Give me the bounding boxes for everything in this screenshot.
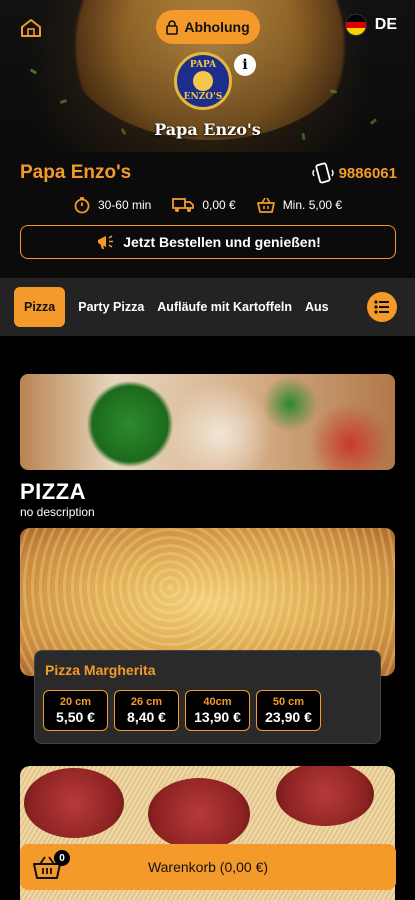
price-option-40cm[interactable]: 40cm 13,90 € <box>185 690 250 731</box>
delivery-time: 30-60 min <box>73 196 151 214</box>
logo-face-icon <box>193 71 213 91</box>
cart-button[interactable]: 0 Warenkorb (0,00 €) <box>20 844 396 890</box>
category-menu-button[interactable] <box>367 292 397 322</box>
order-now-button[interactable]: Jetzt Bestellen und genießen! <box>20 225 396 259</box>
language-selector[interactable]: DE <box>344 14 397 36</box>
price-amount: 8,40 € <box>127 709 166 725</box>
tab-aus[interactable]: Aus <box>305 300 329 314</box>
price-size: 50 cm <box>272 696 305 708</box>
price-option-50cm[interactable]: 50 cm 23,90 € <box>256 690 321 731</box>
menu-content: PIZZA no description Pizza Margherita 20… <box>0 336 415 900</box>
lock-icon <box>166 19 179 35</box>
tab-pizza[interactable]: Pizza <box>14 287 66 327</box>
restaurant-name: Papa Enzo's <box>20 162 132 183</box>
price-options: 20 cm 5,50 € 26 cm 8,40 € 40cm 13,90 € 5… <box>43 690 321 731</box>
category-bar: Pizza Party Pizza Aufläufe mit Kartoffel… <box>0 278 415 336</box>
phone-link[interactable]: 9886061 <box>311 162 397 184</box>
price-size: 26 cm <box>130 696 163 708</box>
germany-flag-icon <box>344 14 367 36</box>
price-amount: 5,50 € <box>56 709 95 725</box>
logo-text-bottom: ENZO'S <box>183 92 223 102</box>
timer-icon <box>74 197 90 214</box>
price-amount: 13,90 € <box>194 709 241 725</box>
price-option-26cm[interactable]: 26 cm 8,40 € <box>114 690 179 731</box>
info-icon[interactable]: i <box>234 54 256 76</box>
megaphone-icon <box>98 235 114 249</box>
price-size: 40cm <box>203 696 232 708</box>
tab-auflaeufe[interactable]: Aufläufe mit Kartoffeln <box>157 300 292 314</box>
phone-number: 9886061 <box>338 164 397 182</box>
product-card[interactable]: Pizza Margherita 20 cm 5,50 € 26 cm 8,40… <box>34 650 381 744</box>
order-now-label: Jetzt Bestellen und genießen! <box>123 234 321 250</box>
pickup-label: Abholung <box>184 19 250 35</box>
price-size: 20 cm <box>59 696 92 708</box>
category-tabs: Pizza Party Pizza Aufläufe mit Kartoffel… <box>14 285 354 329</box>
delivery-fee: 0,00 € <box>171 196 236 214</box>
product-name: Pizza Margherita <box>45 662 156 678</box>
home-icon <box>21 19 41 37</box>
category-description: no description <box>20 505 95 519</box>
hero-header: Abholung DE PAPA ENZO'S i Papa Enzo's <box>0 0 415 152</box>
price-option-20cm[interactable]: 20 cm 5,50 € <box>43 690 108 731</box>
home-button[interactable] <box>18 16 44 40</box>
price-amount: 23,90 € <box>265 709 312 725</box>
brand-name: Papa Enzo's <box>154 120 261 139</box>
cart-label: Warenkorb (0,00 €) <box>147 859 269 875</box>
logo-text-top: PAPA <box>189 60 217 70</box>
language-code: DE <box>374 16 397 33</box>
phone-icon <box>311 162 334 184</box>
min-order-text: Min. 5,00 € <box>282 198 343 212</box>
delivery-time-text: 30-60 min <box>97 198 152 212</box>
delivery-truck-icon <box>172 198 195 212</box>
basket-icon <box>256 197 275 213</box>
cart-count-badge: 0 <box>54 850 70 866</box>
category-title: PIZZA <box>20 479 87 504</box>
category-banner-image <box>20 374 395 470</box>
pickup-toggle-button[interactable]: Abholung <box>156 10 260 44</box>
delivery-stats: 30-60 min 0,00 € Min. 5,00 € <box>0 196 415 214</box>
restaurant-logo: PAPA ENZO'S <box>174 52 232 110</box>
restaurant-info: Papa Enzo's 9886061 30-60 min 0,00 € Min… <box>0 152 415 278</box>
category-list-icon <box>374 300 389 314</box>
min-order: Min. 5,00 € <box>256 196 342 214</box>
delivery-fee-text: 0,00 € <box>202 198 236 212</box>
tab-party-pizza[interactable]: Party Pizza <box>78 300 144 314</box>
